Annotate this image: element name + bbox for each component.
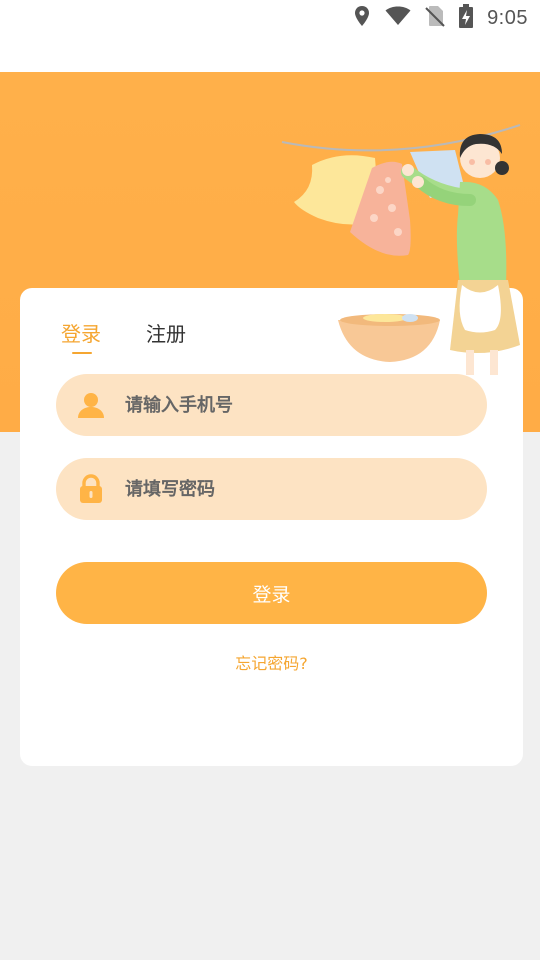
active-tab-indicator — [72, 352, 92, 354]
password-field[interactable] — [56, 458, 487, 520]
password-input[interactable] — [123, 477, 447, 501]
battery-charging-icon — [459, 4, 474, 32]
no-sim-icon — [425, 5, 445, 31]
location-icon — [353, 5, 371, 31]
status-icons: 9:05 — [353, 4, 528, 32]
lock-icon — [77, 474, 105, 504]
forgot-password-link[interactable]: 忘记密码? — [20, 650, 523, 674]
phone-field[interactable] — [56, 374, 487, 436]
login-card: 登录 注册 登录 忘记密码? — [20, 288, 523, 766]
user-icon — [77, 390, 105, 420]
tab-register[interactable]: 注册 — [146, 318, 186, 347]
wifi-icon — [385, 6, 411, 30]
phone-input[interactable] — [123, 393, 447, 417]
login-button[interactable]: 登录 — [56, 562, 487, 624]
tab-login[interactable]: 登录 — [61, 318, 101, 347]
status-time: 9:05 — [487, 6, 528, 29]
status-bar: 9:05 — [0, 0, 540, 72]
forgot-password-label[interactable]: 忘记密码? — [235, 654, 308, 673]
